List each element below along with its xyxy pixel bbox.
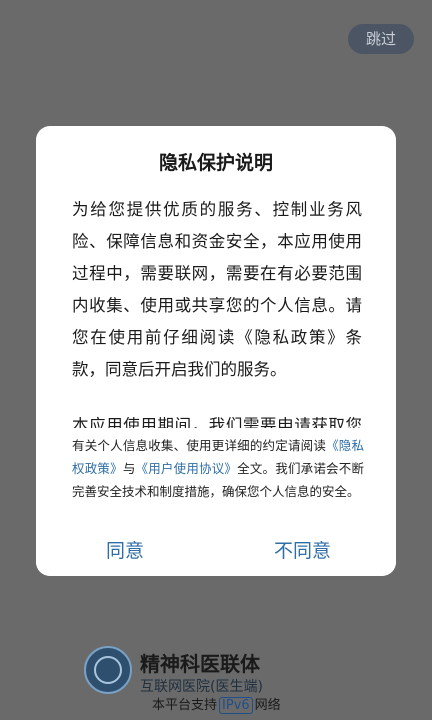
support-prefix: 本平台支持: [152, 698, 218, 713]
notice-text-before: 有关个人信息收集、使用更详细的约定请阅读: [72, 438, 327, 453]
brand-subtitle: 互联网医院(医生端): [140, 679, 263, 695]
app-screen: 跳过 隐私保护说明 为给您提供优质的服务、控制业务风险、保障信息和资金安全，本应…: [0, 0, 432, 720]
brand-footer: 精神科医联体 互联网医院(医生端) 本平台支持 IPv6 网络: [84, 646, 384, 716]
notice-section: 有关个人信息收集、使用更详细的约定请阅读《隐私权政策》与《用户使用协议》全文。我…: [36, 428, 396, 576]
support-suffix: 网络: [254, 698, 281, 713]
ipv6-support-note: 本平台支持 IPv6 网络: [152, 694, 281, 714]
logo-inner-ring: [94, 656, 122, 684]
skip-button[interactable]: 跳过: [348, 24, 414, 54]
agree-button[interactable]: 同意: [106, 536, 144, 563]
hospital-logo-icon: [84, 646, 132, 694]
brand-name: 精神科医联体: [140, 652, 260, 676]
privacy-paragraph-1: 为给您提供优质的服务、控制业务风险、保障信息和资金安全，本应用使用过程中，需要联…: [72, 200, 362, 379]
ipv6-badge: IPv6: [219, 697, 253, 714]
user-agreement-link[interactable]: 《用户使用协议》: [136, 461, 238, 476]
dialog-title: 隐私保护说明: [158, 152, 273, 174]
disagree-button[interactable]: 不同意: [274, 536, 331, 563]
privacy-dialog: 隐私保护说明 为给您提供优质的服务、控制业务风险、保障信息和资金安全，本应用使用…: [36, 126, 396, 576]
notice-text: 有关个人信息收集、使用更详细的约定请阅读《隐私权政策》与《用户使用协议》全文。我…: [72, 434, 364, 503]
notice-connector: 与: [122, 461, 136, 476]
